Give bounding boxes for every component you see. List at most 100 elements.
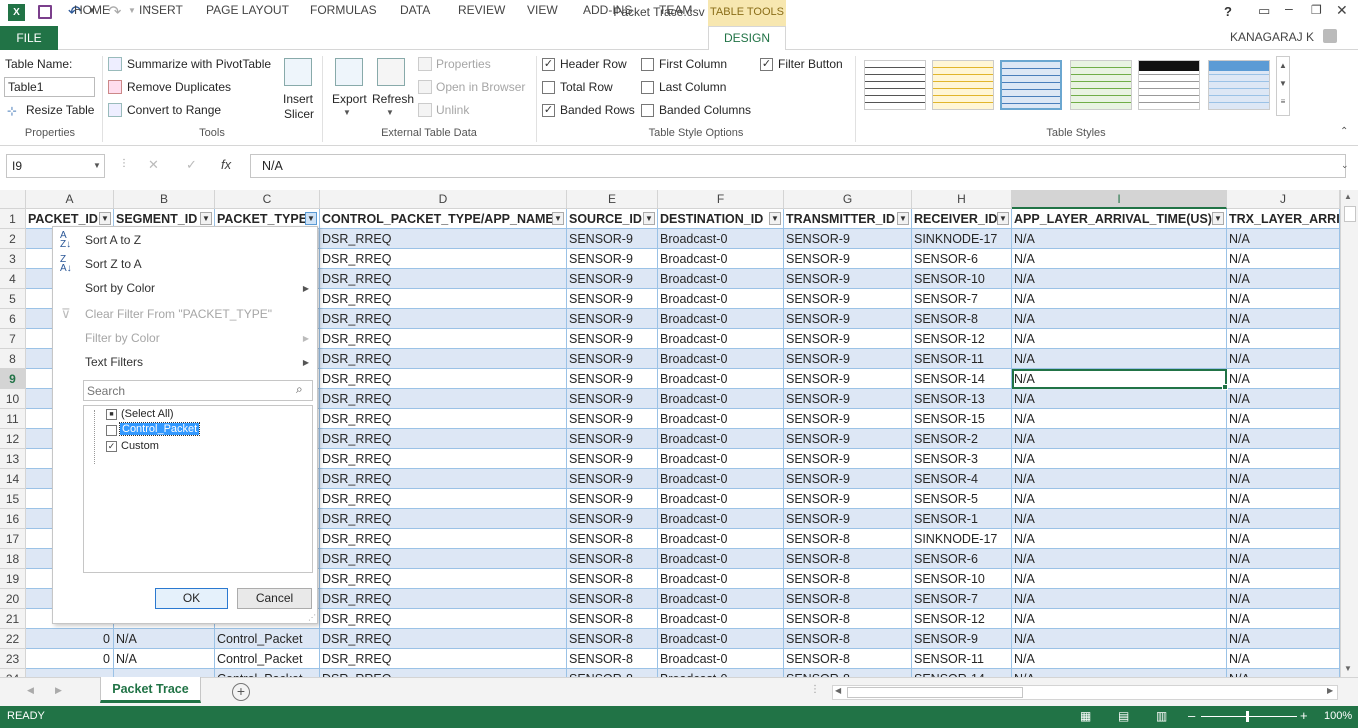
table-cell[interactable]: N/A [1227, 349, 1340, 369]
table-header-cell[interactable]: CONTROL_PACKET_TYPE/APP_NAME ▼ [320, 209, 567, 229]
table-cell[interactable]: SENSOR-9 [567, 389, 658, 409]
horizontal-scrollbar[interactable]: ◀ ▶ [832, 685, 1338, 700]
column-header-e[interactable]: E [567, 190, 658, 209]
row-header[interactable]: 10 [0, 389, 26, 409]
refresh-button[interactable]: Refresh [372, 92, 414, 106]
table-name-input[interactable]: Table1 [4, 77, 95, 97]
expand-formula-icon[interactable]: ⌄ [1341, 160, 1349, 171]
table-cell[interactable]: N/A [1012, 629, 1227, 649]
table-cell[interactable]: SENSOR-9 [784, 469, 912, 489]
table-cell[interactable]: SENSOR-9 [784, 409, 912, 429]
avatar[interactable] [1323, 29, 1337, 43]
table-cell[interactable]: SENSOR-9 [784, 509, 912, 529]
table-cell[interactable]: SENSOR-8 [784, 669, 912, 677]
row-header[interactable]: 24 [0, 669, 26, 677]
tab-page-layout[interactable]: PAGE LAYOUT [206, 3, 289, 17]
table-cell[interactable]: Broadcast-0 [658, 589, 784, 609]
convert-to-range-button[interactable]: Convert to Range [127, 103, 221, 117]
split-handle-icon[interactable]: ⋮ [810, 684, 820, 695]
table-style-3[interactable] [1000, 60, 1062, 110]
table-cell[interactable]: Control_Packet [215, 649, 320, 669]
filter-values-list[interactable]: ■ (Select All) Control_Packet ✓ Custom [83, 405, 313, 573]
row-header[interactable]: 22 [0, 629, 26, 649]
table-cell[interactable]: Broadcast-0 [658, 309, 784, 329]
table-cell[interactable]: DSR_RREQ [320, 269, 567, 289]
filter-by-color[interactable]: Filter by Color [85, 331, 160, 345]
table-cell[interactable]: SENSOR-8 [567, 609, 658, 629]
table-cell[interactable]: DSR_RREQ [320, 429, 567, 449]
table-cell[interactable]: N/A [1012, 569, 1227, 589]
insert-slicer-icon[interactable] [284, 58, 312, 86]
table-cell[interactable]: SENSOR-3 [912, 449, 1012, 469]
insert-slicer-label-2[interactable]: Slicer [284, 107, 314, 121]
vertical-scroll-thumb[interactable] [1344, 206, 1356, 222]
table-cell[interactable]: N/A [1012, 529, 1227, 549]
user-name[interactable]: KANAGARAJ K [1230, 30, 1314, 44]
tab-team[interactable]: TEAM [659, 3, 692, 17]
table-cell[interactable]: DSR_RREQ [320, 389, 567, 409]
table-cell[interactable]: N/A [1227, 289, 1340, 309]
table-cell[interactable]: N/A [1227, 629, 1340, 649]
table-cell[interactable]: SENSOR-9 [784, 349, 912, 369]
table-cell[interactable]: SENSOR-9 [784, 429, 912, 449]
table-cell[interactable]: SENSOR-8 [784, 549, 912, 569]
table-cell[interactable]: SENSOR-6 [912, 549, 1012, 569]
name-box[interactable]: I9 [6, 154, 105, 178]
table-cell[interactable]: SENSOR-9 [784, 329, 912, 349]
scroll-up-icon[interactable]: ▲ [1344, 192, 1352, 201]
table-cell[interactable]: Broadcast-0 [658, 649, 784, 669]
table-cell[interactable]: DSR_RREQ [320, 329, 567, 349]
table-cell[interactable]: N/A [1227, 369, 1340, 389]
table-cell[interactable]: DSR_RREQ [320, 229, 567, 249]
filter-dropdown-icon[interactable]: ▼ [200, 212, 212, 225]
table-cell[interactable]: N/A [1012, 249, 1227, 269]
tab-review[interactable]: REVIEW [458, 3, 505, 17]
scroll-left-icon[interactable]: ◀ [835, 686, 841, 695]
tab-file[interactable]: FILE [0, 26, 58, 50]
table-cell[interactable]: SENSOR-11 [912, 649, 1012, 669]
table-cell[interactable]: SINKNODE-17 [912, 529, 1012, 549]
row-header[interactable]: 8 [0, 349, 26, 369]
table-cell[interactable]: SENSOR-9 [567, 349, 658, 369]
tab-view[interactable]: VIEW [527, 3, 558, 17]
table-cell[interactable]: Broadcast-0 [658, 449, 784, 469]
sort-by-color[interactable]: Sort by Color [85, 281, 155, 295]
filter-dropdown-icon[interactable]: ▼ [99, 212, 111, 225]
table-cell[interactable]: N/A [1012, 349, 1227, 369]
table-cell[interactable]: SENSOR-9 [784, 269, 912, 289]
table-cell[interactable]: N/A [1227, 589, 1340, 609]
table-cell[interactable]: SENSOR-9 [912, 629, 1012, 649]
column-header-i[interactable]: I [1012, 190, 1227, 209]
tab-design[interactable]: DESIGN [708, 26, 786, 51]
table-cell[interactable]: SENSOR-7 [912, 589, 1012, 609]
ribbon-display-icon[interactable]: ▭ [1258, 3, 1270, 19]
table-style-4[interactable] [1070, 60, 1132, 110]
page-break-view-icon[interactable]: ▥ [1156, 709, 1167, 723]
column-header-b[interactable]: B [114, 190, 215, 209]
table-cell[interactable]: SENSOR-8 [784, 649, 912, 669]
table-cell[interactable]: N/A [114, 649, 215, 669]
table-cell[interactable]: Broadcast-0 [658, 529, 784, 549]
table-cell[interactable]: 0 [26, 629, 114, 649]
table-cell[interactable]: SENSOR-4 [912, 469, 1012, 489]
row-header[interactable]: 15 [0, 489, 26, 509]
table-cell[interactable]: N/A [1227, 389, 1340, 409]
row-header[interactable]: 6 [0, 309, 26, 329]
table-header-cell[interactable]: SOURCE_ID ▼ [567, 209, 658, 229]
insert-function-icon[interactable]: fx [221, 157, 231, 172]
table-cell[interactable]: Broadcast-0 [658, 569, 784, 589]
first-column-checkbox[interactable] [641, 58, 654, 71]
table-cell[interactable]: SENSOR-8 [567, 589, 658, 609]
table-cell[interactable]: SENSOR-9 [567, 449, 658, 469]
table-cell[interactable]: N/A [1012, 489, 1227, 509]
table-cell[interactable]: DSR_RREQ [320, 449, 567, 469]
table-cell[interactable]: DSR_RREQ [320, 369, 567, 389]
table-cell[interactable]: N/A [1227, 269, 1340, 289]
table-cell[interactable]: DSR_RREQ [320, 549, 567, 569]
table-cell[interactable]: N/A [1227, 569, 1340, 589]
table-cell[interactable]: N/A [1012, 269, 1227, 289]
table-cell[interactable]: Broadcast-0 [658, 369, 784, 389]
row-header[interactable]: 11 [0, 409, 26, 429]
zoom-slider-thumb[interactable] [1246, 711, 1249, 722]
export-dropdown-icon[interactable]: ▼ [343, 108, 351, 117]
